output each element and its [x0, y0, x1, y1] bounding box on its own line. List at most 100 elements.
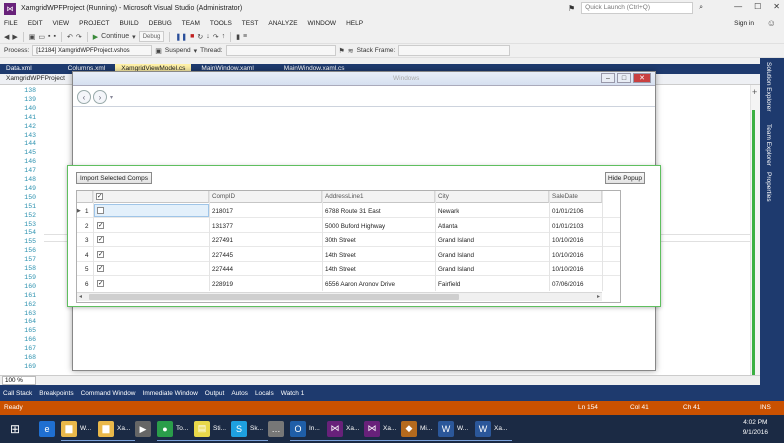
menu-debug[interactable]: DEBUG: [149, 20, 172, 27]
thread-select[interactable]: [225, 45, 336, 56]
taskbar-button[interactable]: W Xa...: [475, 417, 512, 441]
row-checkbox[interactable]: [97, 207, 104, 214]
back-arrow-icon[interactable]: ‹: [77, 90, 91, 104]
menu-team[interactable]: TEAM: [182, 20, 200, 27]
process-select[interactable]: [12184] XamgridWPFProject.vshos: [32, 45, 153, 56]
grid-horizontal-scrollbar[interactable]: ◂ ▸: [77, 292, 602, 301]
cell-address[interactable]: 6788 Route 31 East: [325, 208, 381, 215]
column-header-city[interactable]: City: [435, 191, 549, 203]
row-checkbox[interactable]: ✓: [97, 280, 104, 287]
menu-window[interactable]: WINDOW: [308, 20, 337, 27]
menu-analyze[interactable]: ANALYZE: [268, 20, 297, 27]
step-out-icon[interactable]: ↑: [222, 33, 226, 40]
zoom-select[interactable]: 100 %: [2, 376, 36, 385]
cell-saledate[interactable]: 10/10/2016: [552, 266, 584, 273]
step-into-icon[interactable]: ↓: [206, 33, 210, 40]
minimize-button[interactable]: —: [734, 2, 742, 11]
cell-saledate[interactable]: 10/10/2016: [552, 252, 584, 259]
taskbar-button[interactable]: …: [268, 417, 290, 441]
undo-icon[interactable]: ↶: [67, 33, 73, 41]
scroll-left-icon[interactable]: ◂: [79, 293, 82, 300]
scroll-right-icon[interactable]: ▸: [597, 293, 600, 300]
lifecycle-events-icon[interactable]: ▣: [155, 47, 162, 55]
menu-view[interactable]: VIEW: [53, 20, 70, 27]
forward-arrow-icon[interactable]: ›: [93, 90, 107, 104]
cell-compid[interactable]: 228919: [212, 281, 233, 288]
open-file-icon[interactable]: ▭: [38, 33, 45, 41]
scrollbar-thumb[interactable]: [89, 294, 459, 300]
taskbar-button[interactable]: e: [39, 417, 61, 441]
split-editor-icon[interactable]: +: [752, 87, 757, 97]
quick-launch-input[interactable]: Quick Launch (Ctrl+Q): [581, 2, 694, 14]
solution-config-select[interactable]: Debug: [138, 31, 165, 42]
system-clock[interactable]: 4:02 PM 9/1/2016: [743, 418, 768, 438]
save-all-icon[interactable]: ▪: [54, 33, 56, 40]
app-close-button[interactable]: ✕: [633, 73, 651, 83]
flag-thread-icon[interactable]: ⚑: [339, 47, 345, 55]
maximize-button[interactable]: ☐: [754, 2, 761, 11]
cell-compid[interactable]: 131377: [212, 223, 233, 230]
search-icon[interactable]: ⌕: [699, 4, 703, 12]
app-maximize-button[interactable]: □: [617, 73, 631, 83]
new-project-icon[interactable]: ▣: [29, 33, 36, 41]
chevron-down-icon[interactable]: ▾: [194, 47, 198, 55]
comment-icon[interactable]: ≡: [243, 33, 247, 40]
taskbar-button[interactable]: ⋈ Xa...: [327, 417, 364, 441]
checkbox-column-header[interactable]: ✓: [93, 191, 209, 203]
start-button[interactable]: ⊞: [4, 417, 23, 441]
taskbar-button[interactable]: ▆ W...: [61, 417, 98, 441]
back-icon[interactable]: ◀: [4, 33, 9, 41]
cell-city[interactable]: Grand Island: [438, 237, 474, 244]
cell-address[interactable]: 6556 Aaron Aronov Drive: [325, 281, 395, 288]
stop-icon[interactable]: ■: [190, 33, 194, 40]
taskbar-button[interactable]: O In...: [290, 417, 327, 441]
cell-compid[interactable]: 227445: [212, 252, 233, 259]
tab-command-window[interactable]: Command Window: [81, 390, 136, 397]
menu-edit[interactable]: EDIT: [28, 20, 43, 27]
cell-city[interactable]: Grand Island: [438, 266, 474, 273]
cell-address[interactable]: 5000 Buford Highway: [325, 223, 385, 230]
cell-address[interactable]: 14th Street: [325, 266, 356, 273]
show-threads-icon[interactable]: ≋: [348, 47, 354, 55]
cell-saledate[interactable]: 01/01/2103: [552, 223, 584, 230]
import-selected-comps-button[interactable]: Import Selected Comps: [76, 172, 152, 184]
menu-test[interactable]: TEST: [242, 20, 259, 27]
cell-compid[interactable]: 218017: [212, 208, 233, 215]
hide-popup-button[interactable]: Hide Popup: [605, 172, 645, 184]
taskbar-button[interactable]: ▆ Xa...: [98, 417, 135, 441]
taskbar-button[interactable]: ▤ Sti...: [194, 417, 231, 441]
continue-button[interactable]: Continue: [101, 33, 129, 40]
row-checkbox[interactable]: ✓: [97, 222, 104, 229]
tab-autos[interactable]: Autos: [231, 390, 248, 397]
taskbar-button[interactable]: ▶: [135, 417, 157, 441]
save-icon[interactable]: ▪: [48, 33, 50, 40]
forward-icon[interactable]: ▶: [12, 33, 17, 41]
stack-frame-select[interactable]: [398, 45, 511, 56]
step-over-icon[interactable]: ↷: [213, 33, 219, 41]
select-all-checkbox[interactable]: ✓: [96, 193, 103, 200]
menu-project[interactable]: PROJECT: [79, 20, 109, 27]
chevron-down-icon[interactable]: ▾: [110, 94, 113, 101]
notification-flag-icon[interactable]: ⚑: [568, 4, 575, 13]
xamgrid[interactable]: ✓ CompID AddressLine1 City SaleDate ▶ 1: [76, 190, 621, 303]
cell-saledate[interactable]: 07/06/2016: [552, 281, 584, 288]
tab-watch-1[interactable]: Watch 1: [281, 390, 305, 397]
tab-immediate-window[interactable]: Immediate Window: [143, 390, 198, 397]
suspend-button[interactable]: Suspend: [165, 47, 191, 54]
cell-compid[interactable]: 227444: [212, 266, 233, 273]
bookmark-icon[interactable]: ▮: [236, 33, 240, 41]
tab-breakpoints[interactable]: Breakpoints: [39, 390, 73, 397]
cell-saledate[interactable]: 10/10/2016: [552, 237, 584, 244]
cell-city[interactable]: Atlanta: [438, 223, 458, 230]
row-checkbox[interactable]: ✓: [97, 265, 104, 272]
restart-icon[interactable]: ↻: [197, 33, 203, 41]
continue-icon[interactable]: ▶: [93, 33, 98, 41]
row-checkbox[interactable]: ✓: [97, 236, 104, 243]
project-dropdown[interactable]: XamgridWPFProject: [6, 75, 65, 82]
tab-locals[interactable]: Locals: [255, 390, 274, 397]
menu-tools[interactable]: TOOLS: [210, 20, 232, 27]
chevron-down-icon[interactable]: ▾: [132, 33, 136, 41]
menu-build[interactable]: BUILD: [120, 20, 139, 27]
row-checkbox[interactable]: ✓: [97, 251, 104, 258]
column-header-compid[interactable]: CompID: [209, 191, 322, 203]
